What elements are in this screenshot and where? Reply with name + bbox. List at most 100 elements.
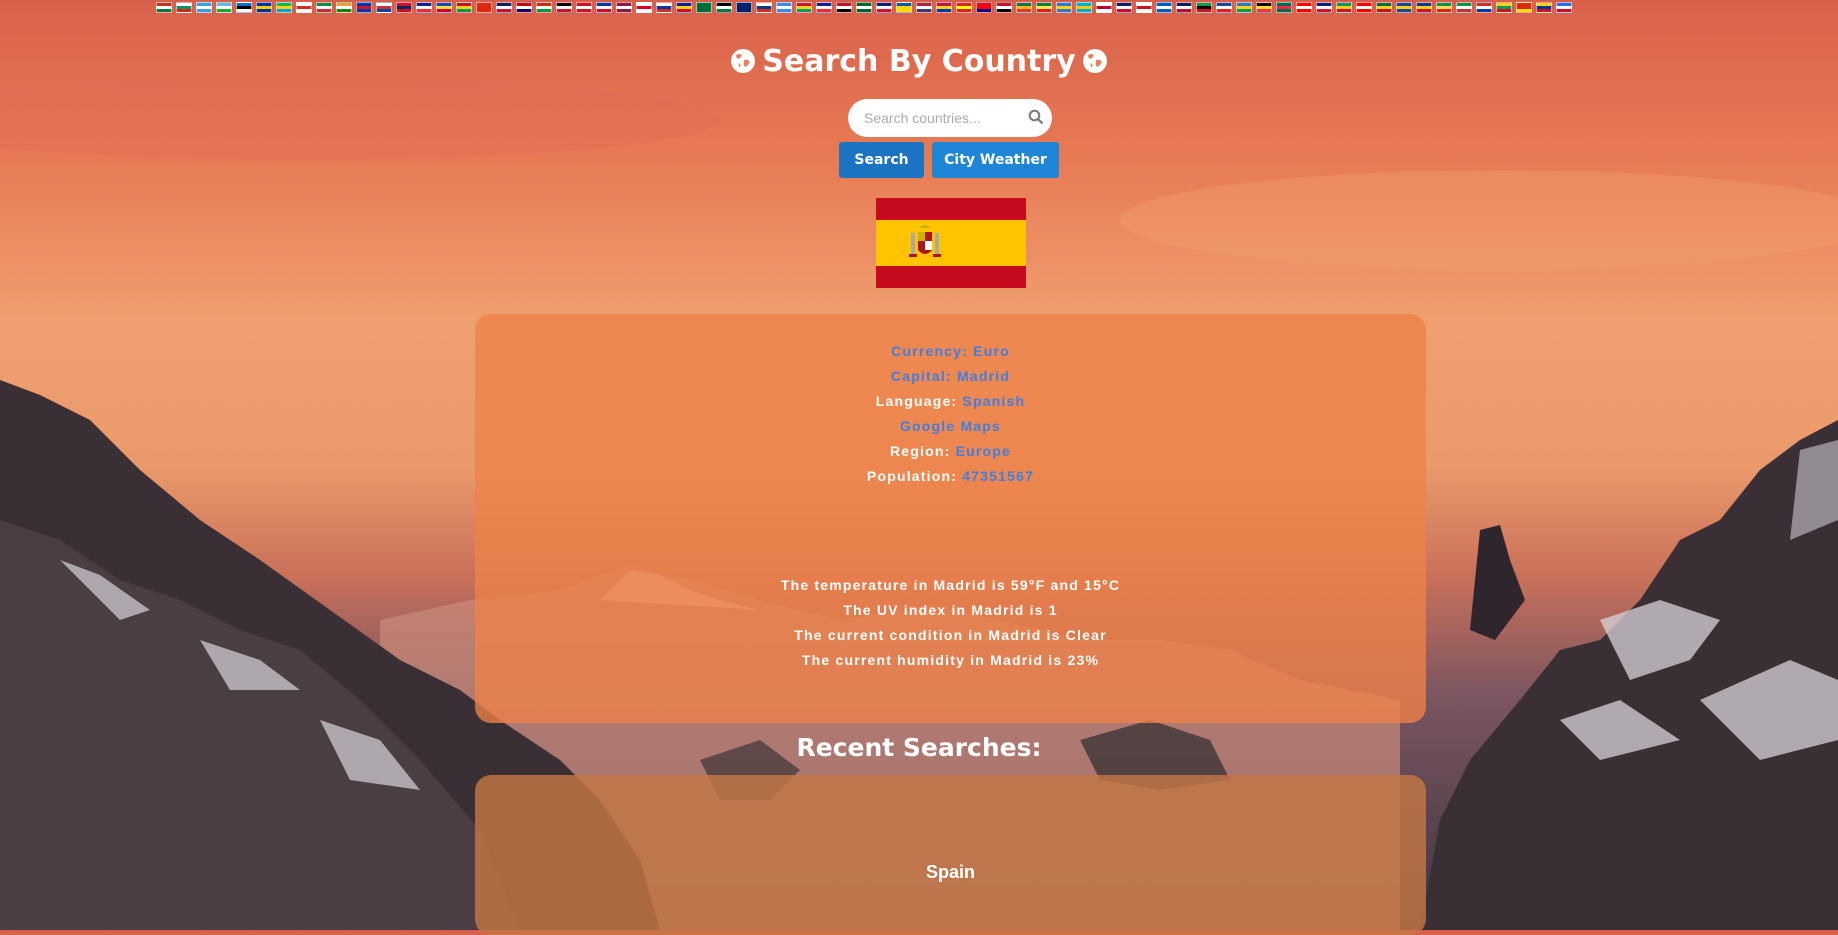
spain-flag-image bbox=[876, 198, 1026, 288]
weather-temperature: The temperature in Madrid is 59°F and 15… bbox=[780, 577, 1121, 593]
country-flag-icon[interactable] bbox=[636, 2, 652, 13]
recent-search-item[interactable]: Spain bbox=[475, 862, 1426, 883]
country-flag-icon[interactable] bbox=[1356, 2, 1372, 13]
country-flag-icon[interactable] bbox=[956, 2, 972, 13]
country-flag-icon[interactable] bbox=[256, 2, 272, 13]
country-flag-icon[interactable] bbox=[1276, 2, 1292, 13]
city-weather-button[interactable]: City Weather bbox=[932, 142, 1059, 178]
weather-condition: The current condition in Madrid is Clear bbox=[794, 627, 1107, 643]
country-flag-icon[interactable] bbox=[1116, 2, 1132, 13]
country-flag-icon[interactable] bbox=[996, 2, 1012, 13]
region-value: Europe bbox=[955, 443, 1012, 459]
country-flag-icon[interactable] bbox=[796, 2, 812, 13]
country-flag-icon[interactable] bbox=[836, 2, 852, 13]
country-flag-icon[interactable] bbox=[716, 2, 732, 13]
country-flag-icon[interactable] bbox=[316, 2, 332, 13]
country-flag-icon[interactable] bbox=[1556, 2, 1572, 13]
country-flag-icon[interactable] bbox=[1316, 2, 1332, 13]
country-flag-icon[interactable] bbox=[676, 2, 692, 13]
country-flag-icon[interactable] bbox=[1336, 2, 1352, 13]
country-flag-icon[interactable] bbox=[436, 2, 452, 13]
country-flag-icon[interactable] bbox=[1076, 2, 1092, 13]
country-flag-icon[interactable] bbox=[896, 2, 912, 13]
language-value: Spanish bbox=[962, 393, 1026, 409]
population-row: Population: 47351567 bbox=[475, 468, 1426, 484]
country-flag-icon[interactable] bbox=[1456, 2, 1472, 13]
country-flag-icon[interactable] bbox=[936, 2, 952, 13]
search-icon[interactable] bbox=[1028, 109, 1044, 125]
country-flag-icon[interactable] bbox=[1136, 2, 1152, 13]
country-flag-icon[interactable] bbox=[1216, 2, 1232, 13]
capital-label: Capital: bbox=[890, 368, 952, 384]
search-input[interactable] bbox=[862, 99, 1026, 137]
country-flag-icon[interactable] bbox=[376, 2, 392, 13]
country-flag-icon[interactable] bbox=[496, 2, 512, 13]
currency-value: Euro bbox=[973, 343, 1010, 359]
country-flag-icon[interactable] bbox=[396, 2, 412, 13]
country-flag-icon[interactable] bbox=[196, 2, 212, 13]
country-flag-icon[interactable] bbox=[1236, 2, 1252, 13]
capital-value: Madrid bbox=[956, 368, 1011, 384]
currency-label: Currency: bbox=[891, 343, 969, 359]
country-flag-icon[interactable] bbox=[976, 2, 992, 13]
country-flag-icon[interactable] bbox=[1176, 2, 1192, 13]
country-flag-icon[interactable] bbox=[856, 2, 872, 13]
recent-searches-panel bbox=[475, 775, 1426, 935]
country-flag-icon[interactable] bbox=[1156, 2, 1172, 13]
country-flag-icon[interactable] bbox=[176, 2, 192, 13]
country-flag-icon[interactable] bbox=[156, 2, 172, 13]
google-maps-link[interactable]: Google Maps bbox=[900, 418, 1001, 434]
country-flag-icon[interactable] bbox=[776, 2, 792, 13]
flag-strip bbox=[156, 2, 1740, 15]
country-flag-icon[interactable] bbox=[1016, 2, 1032, 13]
country-flag-icon[interactable] bbox=[356, 2, 372, 13]
country-flag-icon[interactable] bbox=[276, 2, 292, 13]
country-flag-icon[interactable] bbox=[656, 2, 672, 13]
country-flag-icon[interactable] bbox=[456, 2, 472, 13]
country-flag-icon[interactable] bbox=[1536, 2, 1552, 13]
country-flag-icon[interactable] bbox=[336, 2, 352, 13]
country-info-panel: Currency: Euro Capital: Madrid Language:… bbox=[475, 314, 1426, 723]
country-flag-icon[interactable] bbox=[1376, 2, 1392, 13]
country-flag-icon[interactable] bbox=[1256, 2, 1272, 13]
page: Search By Country Search City Weather bbox=[0, 0, 1838, 935]
country-flag-icon[interactable] bbox=[1396, 2, 1412, 13]
country-flag-icon[interactable] bbox=[876, 2, 892, 13]
globe-icon bbox=[731, 49, 756, 73]
country-flag-icon[interactable] bbox=[416, 2, 432, 13]
country-flag-icon[interactable] bbox=[696, 2, 712, 13]
country-flag-icon[interactable] bbox=[736, 2, 752, 13]
population-label: Population: bbox=[866, 468, 958, 484]
country-flag-icon[interactable] bbox=[216, 2, 232, 13]
country-flag-icon[interactable] bbox=[1036, 2, 1052, 13]
country-flag-icon[interactable] bbox=[816, 2, 832, 13]
title-text: Search By Country bbox=[762, 44, 1076, 79]
country-flag-icon[interactable] bbox=[576, 2, 592, 13]
country-flag-icon[interactable] bbox=[596, 2, 612, 13]
country-flag-icon[interactable] bbox=[1056, 2, 1072, 13]
country-flag-icon[interactable] bbox=[536, 2, 552, 13]
search-box bbox=[848, 99, 1052, 137]
weather-humidity: The current humidity in Madrid is 23% bbox=[801, 652, 1100, 668]
country-flag-icon[interactable] bbox=[476, 2, 492, 13]
country-flag-icon[interactable] bbox=[556, 2, 572, 13]
currency-row: Currency: Euro bbox=[475, 343, 1426, 359]
country-flag-icon[interactable] bbox=[1476, 2, 1492, 13]
country-flag-icon[interactable] bbox=[916, 2, 932, 13]
region-row: Region: Europe bbox=[475, 443, 1426, 459]
country-flag-icon[interactable] bbox=[756, 2, 772, 13]
country-flag-icon[interactable] bbox=[236, 2, 252, 13]
country-flag-icon[interactable] bbox=[616, 2, 632, 13]
country-flag-icon[interactable] bbox=[1416, 2, 1432, 13]
country-flag-icon[interactable] bbox=[1296, 2, 1312, 13]
weather-uv-index: The UV index in Madrid is 1 bbox=[843, 602, 1058, 618]
country-flag-icon[interactable] bbox=[1096, 2, 1112, 13]
country-flag-icon[interactable] bbox=[516, 2, 532, 13]
country-flag-icon[interactable] bbox=[296, 2, 312, 13]
country-flag-icon[interactable] bbox=[1516, 2, 1532, 13]
country-flag-icon[interactable] bbox=[1196, 2, 1212, 13]
language-label: Language: bbox=[875, 393, 958, 409]
country-flag-icon[interactable] bbox=[1436, 2, 1452, 13]
country-flag-icon[interactable] bbox=[1496, 2, 1512, 13]
search-button[interactable]: Search bbox=[839, 142, 924, 178]
